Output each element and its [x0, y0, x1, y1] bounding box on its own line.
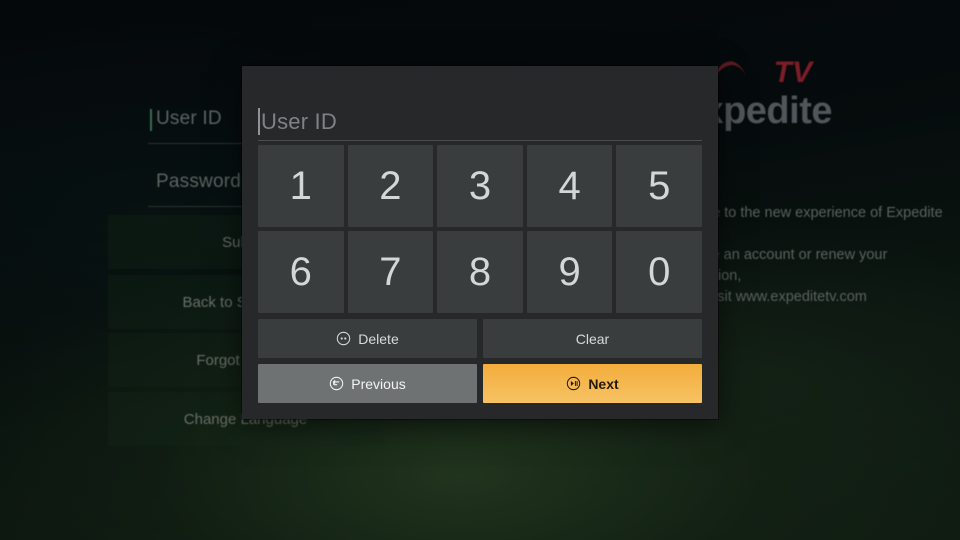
tv-app-screen: User ID Password Submit Back to Server L… [0, 0, 960, 540]
key-0[interactable]: 0 [616, 231, 702, 313]
logo-tv-text: TV [773, 56, 812, 89]
background-password-text: Password [156, 171, 242, 192]
text-caret [258, 108, 260, 135]
key-6[interactable]: 6 [258, 231, 344, 313]
clear-button[interactable]: Clear [483, 319, 702, 358]
key-3[interactable]: 3 [437, 145, 523, 227]
rewind-circle-icon [336, 331, 351, 346]
key-9[interactable]: 9 [526, 231, 613, 313]
background-user-id-caret [150, 109, 152, 131]
secondary-action-row: Delete Clear [258, 319, 702, 358]
key-2[interactable]: 2 [347, 145, 434, 227]
next-button[interactable]: Next [483, 364, 702, 403]
delete-button-label: Delete [358, 330, 399, 347]
play-pause-circle-icon [566, 376, 581, 391]
back-arrow-circle-icon [329, 376, 344, 391]
user-id-input[interactable] [261, 106, 691, 138]
key-1[interactable]: 1 [258, 145, 344, 227]
numeric-keypad: 1 2 3 4 5 6 7 8 9 0 [258, 145, 702, 313]
delete-button[interactable]: Delete [258, 319, 477, 358]
key-5[interactable]: 5 [616, 145, 702, 227]
next-button-label: Next [588, 375, 619, 392]
background-password-label: Password [156, 171, 241, 193]
clear-button-label: Clear [575, 330, 610, 347]
user-id-input-row [258, 106, 702, 141]
previous-button-label: Previous [351, 375, 406, 392]
key-7[interactable]: 7 [347, 231, 434, 313]
primary-action-row: Previous Next [258, 364, 702, 403]
key-8[interactable]: 8 [437, 231, 523, 313]
key-4[interactable]: 4 [526, 145, 613, 227]
background-user-id-text: User ID [156, 108, 222, 129]
background-user-id-label: User ID [150, 108, 222, 131]
numeric-keypad-dialog: 1 2 3 4 5 6 7 8 9 0 Delete [242, 66, 718, 419]
previous-button[interactable]: Previous [258, 364, 477, 403]
